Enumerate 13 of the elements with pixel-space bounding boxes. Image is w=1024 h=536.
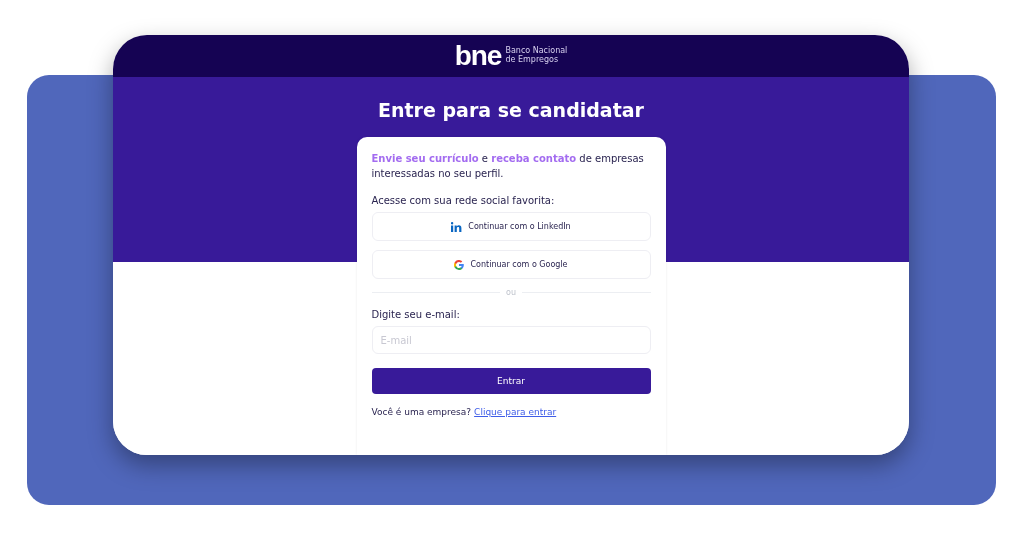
google-button[interactable]: Continuar com o Google xyxy=(371,250,651,279)
logo-caption: Banco Nacional de Empregos xyxy=(505,47,568,65)
logo: bne xyxy=(454,42,502,70)
google-icon xyxy=(454,259,465,270)
company-question: Você é uma empresa? xyxy=(371,407,472,417)
intro-text: Envie seu currículo e receba contato de empresas interessadas no seu perfil. xyxy=(371,152,645,181)
social-label: Acesse com sua rede social favorita: xyxy=(371,195,556,206)
submit-button[interactable]: Entrar xyxy=(371,368,651,394)
email-label: Digite seu e-mail: xyxy=(371,309,461,320)
page-title: Entre para se candidatar xyxy=(378,99,644,121)
company-link[interactable]: Clique para entrar xyxy=(474,407,557,417)
linkedin-icon xyxy=(451,221,463,232)
linkedin-button[interactable]: Continuar com o LinkedIn xyxy=(371,212,651,241)
